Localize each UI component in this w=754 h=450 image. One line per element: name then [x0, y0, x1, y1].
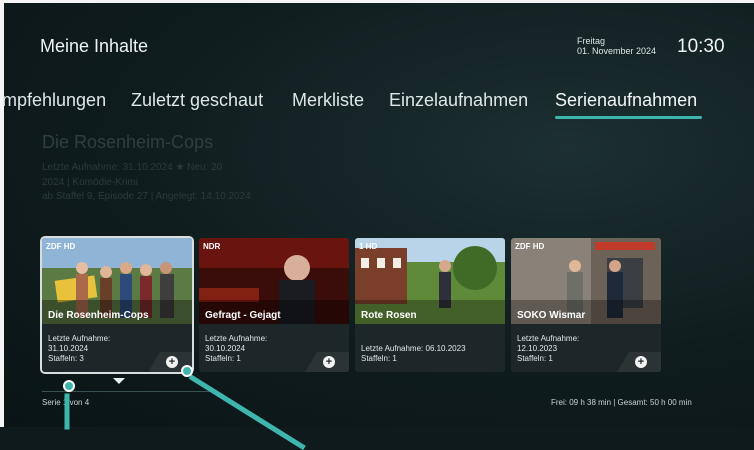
tile-title: SOKO Wismar: [517, 310, 586, 321]
series-tile-rote-rosen[interactable]: 1 HD Rote Rosen Letzte Aufnahme: 06.10.2…: [355, 238, 505, 372]
channel-logo-icon: 1 HD: [359, 242, 378, 251]
tile-title: Gefragt - Gejagt: [205, 310, 281, 321]
tile-info: Letzte Aufnahme: 12.10.2023 Staffeln: 1 …: [511, 324, 661, 372]
frame-left-border: [0, 0, 4, 427]
detail-line-recording: Letzte Aufnahme: 31.10.2024 ★ Neu: 20: [42, 162, 223, 173]
clock: 10:30: [677, 36, 725, 57]
channel-logo-icon: ZDF HD: [515, 242, 545, 251]
tile-title: Rote Rosen: [361, 310, 417, 321]
annotation-dot: [181, 365, 193, 377]
tile-info: Letzte Aufnahme: 06.10.2023 Staffeln: 1: [355, 324, 505, 372]
tile-info-line: 12.10.2023: [517, 344, 558, 353]
annotation-pointer: [64, 393, 70, 430]
tab-merkliste[interactable]: Merkliste: [292, 90, 364, 111]
storage-status: Frei: 09 h 38 min | Gesamt: 50 h 00 min: [551, 398, 692, 407]
series-tile-rosenheim-cops[interactable]: ZDF HD Die Rosenheim-Cops Letzte Aufnahm…: [40, 236, 194, 374]
tab-serienaufnahmen[interactable]: Serienaufnahmen: [555, 90, 697, 111]
channel-logo-icon: NDR: [203, 242, 221, 251]
date-day: Freitag: [577, 36, 606, 46]
tile-info-line: Letzte Aufnahme:: [48, 334, 111, 343]
tile-info-line: Staffeln: 3: [48, 354, 84, 363]
detail-line-season: ab Staffel 9, Episode 27 | Angelegt: 14.…: [42, 191, 251, 202]
add-icon[interactable]: +: [635, 356, 647, 368]
channel-logo-icon: ZDF HD: [46, 242, 76, 251]
active-tab-indicator: [555, 116, 702, 119]
chevron-down-icon[interactable]: [113, 378, 125, 384]
frame-top-border: [0, 0, 754, 3]
tile-info-line: 30.10.2024: [205, 344, 246, 353]
page-title: Meine Inhalte: [40, 36, 149, 56]
tab-empfehlungen[interactable]: mpfehlungen: [2, 90, 106, 111]
tile-info-line: Letzte Aufnahme: 06.10.2023: [361, 344, 466, 353]
tab-einzelaufnahmen[interactable]: Einzelaufnahmen: [389, 90, 528, 111]
tile-info-line: Staffeln: 1: [205, 354, 241, 363]
tile-info: Letzte Aufnahme: 31.10.2024 Staffeln: 3 …: [42, 324, 192, 372]
tile-info-line: Staffeln: 1: [517, 354, 553, 363]
tile-info-line: Staffeln: 1: [361, 354, 397, 363]
tile-info-line: Letzte Aufnahme:: [205, 334, 268, 343]
tile-info-line: 31.10.2024: [48, 344, 89, 353]
annotation-dot: [63, 380, 75, 392]
add-icon[interactable]: +: [323, 356, 335, 368]
tile-info-line: Letzte Aufnahme:: [517, 334, 580, 343]
add-icon[interactable]: +: [166, 356, 178, 368]
series-tile-soko-wismar[interactable]: ZDF HD SOKO Wismar Letzte Aufnahme: 12.1…: [511, 238, 661, 372]
date-full: 01. November 2024: [577, 46, 657, 56]
series-tile-gefragt-gejagt[interactable]: NDR Gefragt - Gejagt Letzte Aufnahme: 30…: [199, 238, 349, 372]
detail-title: Die Rosenheim-Cops: [42, 132, 214, 152]
tab-zuletzt-geschaut[interactable]: Zuletzt geschaut: [131, 90, 263, 111]
tile-title: Die Rosenheim-Cops: [48, 310, 149, 321]
tile-info: Letzte Aufnahme: 30.10.2024 Staffeln: 1 …: [199, 324, 349, 372]
detail-line-genre: 2024 | Komödie-Krimi: [42, 177, 138, 188]
